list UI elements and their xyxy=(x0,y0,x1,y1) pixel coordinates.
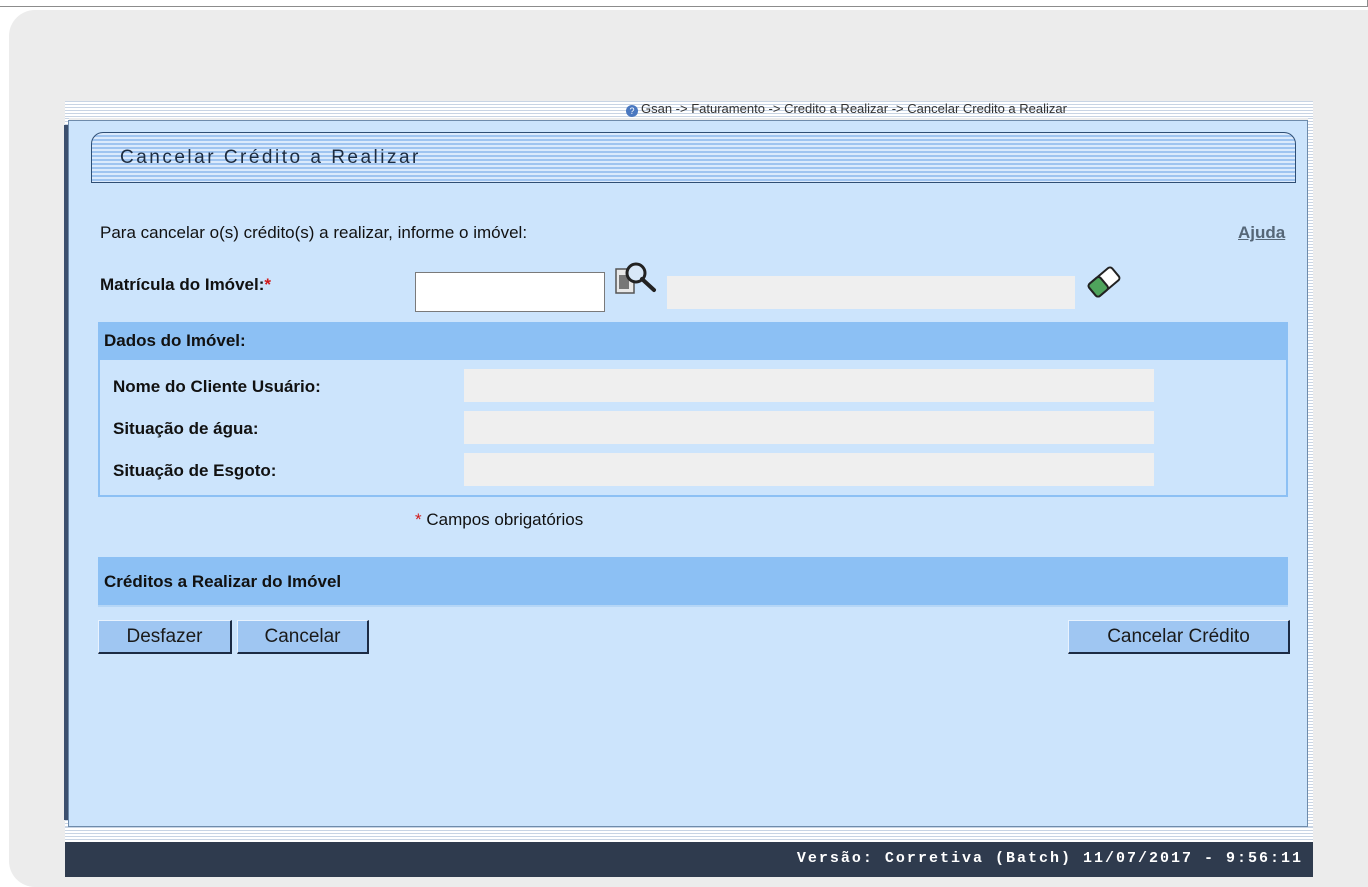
field-label: Situação de Esgoto: xyxy=(113,461,277,480)
breadcrumb: ? Gsan -> Faturamento -> Credito a Realiz… xyxy=(626,101,1067,117)
cancel-button[interactable]: Cancelar xyxy=(237,620,369,654)
top-border xyxy=(0,0,1368,7)
situacao-esgoto-field xyxy=(464,453,1154,486)
help-link[interactable]: Ajuda xyxy=(1238,223,1285,243)
matricula-description xyxy=(667,276,1075,309)
creditos-title: Créditos a Realizar do Imóvel xyxy=(104,572,342,591)
field-label: Situação de água: xyxy=(113,419,259,438)
eraser-icon[interactable] xyxy=(1084,262,1124,302)
dados-imovel-title: Dados do Imóvel: xyxy=(104,331,246,350)
required-mark: * xyxy=(264,275,271,294)
footer-bar: Versão: Corretiva (Batch) 11/07/2017 - 9… xyxy=(65,842,1313,877)
situacao-agua-field xyxy=(464,411,1154,444)
required-note-text: Campos obrigatórios xyxy=(421,510,584,529)
page-title-tab: Cancelar Crédito a Realizar xyxy=(91,132,1296,183)
dados-imovel-header: Dados do Imóvel: xyxy=(98,322,1288,360)
help-icon: ? xyxy=(626,105,638,117)
undo-button[interactable]: Desfazer xyxy=(98,620,232,654)
cancel-credit-button[interactable]: Cancelar Crédito xyxy=(1068,620,1290,654)
nome-cliente-field xyxy=(464,369,1154,402)
page-title: Cancelar Crédito a Realizar xyxy=(120,147,421,168)
field-label: Nome do Cliente Usuário: xyxy=(113,377,321,396)
creditos-header: Créditos a Realizar do Imóvel xyxy=(98,557,1288,607)
right-stripes xyxy=(1308,118,1313,838)
matricula-label-text: Matrícula do Imóvel: xyxy=(100,275,265,294)
breadcrumb-text: Gsan -> Faturamento -> Credito a Realiza… xyxy=(641,101,1067,116)
version-text: Versão: Corretiva (Batch) 11/07/2017 - 9… xyxy=(796,850,1303,867)
bottom-stripes xyxy=(65,827,1313,842)
matricula-label: Matrícula do Imóvel:* xyxy=(100,275,271,295)
search-icon[interactable] xyxy=(614,259,664,305)
required-note-mark: * xyxy=(415,510,422,529)
intro-text: Para cancelar o(s) crédito(s) a realizar… xyxy=(100,223,528,242)
required-note: * Campos obrigatórios xyxy=(415,510,583,530)
matricula-input[interactable] xyxy=(415,272,605,312)
